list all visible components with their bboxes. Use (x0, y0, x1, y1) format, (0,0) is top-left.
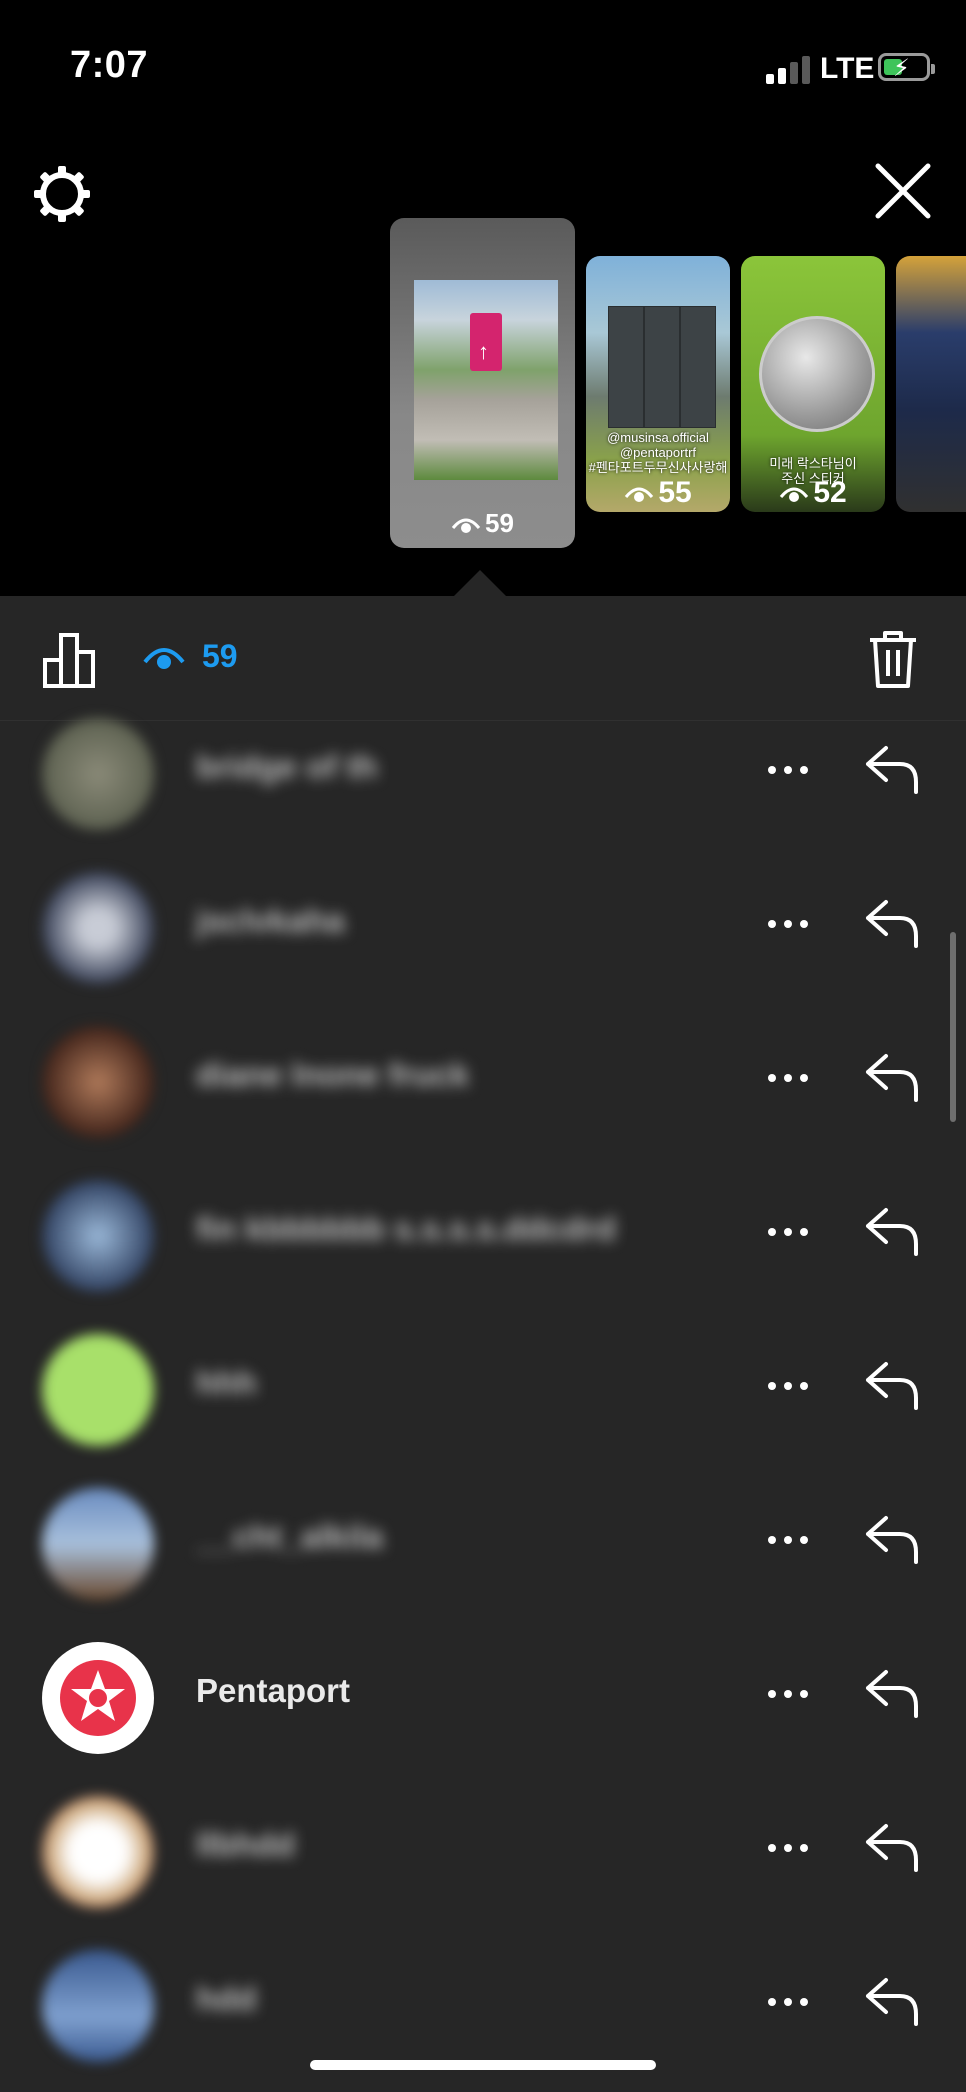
viewer-row[interactable]: diane lnone fruck (0, 1002, 966, 1156)
viewer-name: hdd (196, 1980, 257, 2017)
network-type: LTE (820, 52, 875, 85)
viewer-avatar (42, 1488, 154, 1600)
viewers-panel: 59 bridge of th jsclvkaha diane lnone fr… (0, 596, 966, 2092)
more-options-icon[interactable] (768, 904, 812, 944)
settings-gear-icon[interactable] (30, 162, 94, 226)
battery-charging-icon: ⚡ (878, 53, 935, 82)
viewer-avatar (42, 1642, 154, 1754)
viewer-name: llbhdd (196, 1826, 295, 1863)
viewer-avatar (42, 1180, 154, 1292)
reply-arrow-icon[interactable] (862, 1512, 922, 1566)
viewer-row[interactable]: llbhdd (0, 1772, 966, 1926)
viewer-avatar (42, 1334, 154, 1446)
story-sign-graphic (470, 313, 502, 371)
viewer-name: diane lnone fruck (196, 1056, 470, 1093)
story-thumbnail[interactable]: 미래 락스타님이 주신 스티커 52 (741, 256, 885, 512)
more-options-icon[interactable] (768, 1674, 812, 1714)
viewer-name: bridge of th (196, 748, 378, 785)
close-icon[interactable] (872, 160, 934, 222)
more-options-icon[interactable] (768, 1520, 812, 1560)
eye-icon (143, 647, 185, 669)
viewer-row[interactable]: jsclvkaha (0, 848, 966, 1002)
story-image (759, 316, 875, 432)
viewer-avatar (42, 718, 154, 830)
viewer-avatar (42, 872, 154, 984)
viewer-row[interactable]: hdd (0, 1926, 966, 2080)
cellular-signal-icon (766, 56, 812, 84)
eye-icon (451, 518, 481, 534)
story-view-count: 59 (485, 508, 514, 538)
reply-arrow-icon[interactable] (862, 742, 922, 796)
reply-arrow-icon[interactable] (862, 1204, 922, 1258)
viewer-row[interactable]: bridge of th (0, 694, 966, 848)
viewer-avatar (42, 1796, 154, 1908)
reply-arrow-icon[interactable] (862, 1820, 922, 1874)
reply-arrow-icon[interactable] (862, 1974, 922, 2028)
story-image (414, 280, 558, 480)
viewer-row[interactable]: Pentaport (0, 1618, 966, 1772)
viewer-avatar (42, 1026, 154, 1138)
reply-arrow-icon[interactable] (862, 896, 922, 950)
story-thumbnail[interactable]: @musinsa.official @pentaportrf #펜타포트두무신사… (586, 256, 730, 512)
eye-icon (780, 487, 809, 503)
story-caption: @musinsa.official @pentaportrf #펜타포트두무신사… (588, 430, 728, 475)
status-time: 7:07 (70, 44, 149, 86)
viewer-row[interactable]: __cht_alkila (0, 1464, 966, 1618)
home-indicator[interactable] (310, 2060, 656, 2070)
insights-chart-icon[interactable] (42, 632, 100, 688)
story-thumbnail-selected[interactable]: 59 (390, 218, 575, 548)
viewer-name: jsclvkaha (196, 902, 345, 939)
story-view-count: 55 (658, 476, 692, 509)
reply-arrow-icon[interactable] (862, 1666, 922, 1720)
viewer-row[interactable]: hhh (0, 1310, 966, 1464)
scrollbar[interactable] (950, 932, 956, 1122)
more-options-icon[interactable] (768, 1058, 812, 1098)
more-options-icon[interactable] (768, 1366, 812, 1406)
reply-arrow-icon[interactable] (862, 1358, 922, 1412)
pentaport-logo-icon (60, 1660, 136, 1736)
selection-pointer (452, 570, 508, 598)
trash-icon[interactable] (866, 628, 920, 690)
view-count-number: 59 (202, 638, 238, 674)
eye-icon (625, 487, 654, 503)
story-view-count: 52 (813, 476, 847, 509)
viewer-name: fin kbbbbbb s.s.s.s.ddcdrd (196, 1210, 616, 1247)
reply-arrow-icon[interactable] (862, 1050, 922, 1104)
more-options-icon[interactable] (768, 1212, 812, 1252)
view-count: 59 (142, 638, 238, 675)
story-thumbnail[interactable] (896, 256, 966, 512)
more-options-icon[interactable] (768, 1982, 812, 2022)
viewer-name: hhh (196, 1364, 257, 1401)
more-options-icon[interactable] (768, 1828, 812, 1868)
viewer-name: Pentaport (196, 1672, 351, 1709)
viewer-name: __cht_alkila (196, 1518, 384, 1555)
viewer-row[interactable]: fin kbbbbbb s.s.s.s.ddcdrd (0, 1156, 966, 1310)
viewer-avatar (42, 1950, 154, 2062)
more-options-icon[interactable] (768, 750, 812, 790)
